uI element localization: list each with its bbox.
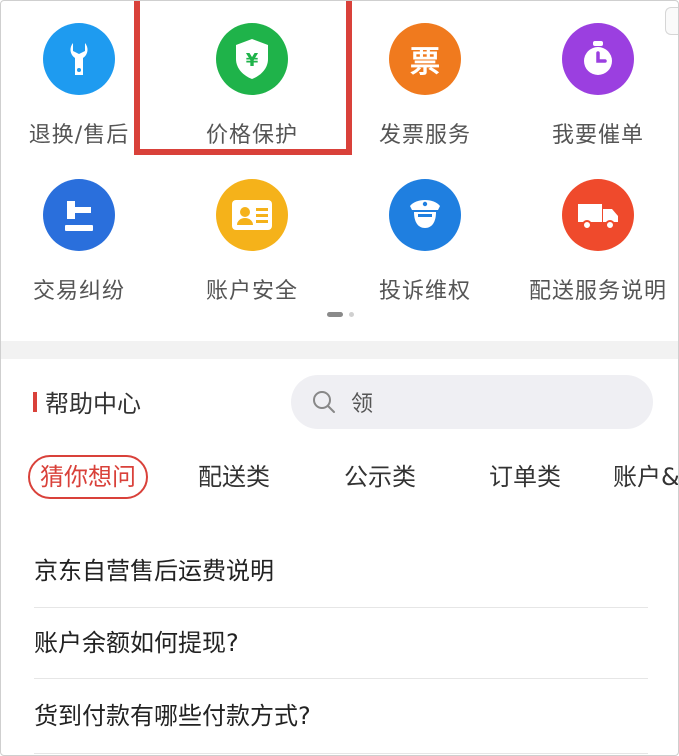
search-input[interactable]: 领	[291, 375, 653, 429]
search-placeholder: 领	[351, 392, 374, 417]
highlight-box	[134, 1, 352, 155]
service-grid: 退换/售后 ¥ 价格保护 票 发票服务 我要催单 交易纠纷 账户安全 投诉维权 …	[1, 1, 678, 341]
truck-icon	[562, 179, 634, 251]
police-icon	[389, 179, 461, 251]
tab-order[interactable]: 订单类	[489, 453, 561, 501]
service-label: 我要催单	[551, 123, 644, 148]
service-complaint[interactable]: 投诉维权	[340, 179, 510, 305]
gavel-icon	[43, 179, 115, 251]
service-label: 交易纠纷	[32, 279, 125, 304]
help-center-title: 帮助中心	[45, 390, 141, 418]
help-page: 退换/售后 ¥ 价格保护 票 发票服务 我要催单 交易纠纷 账户安全 投诉维权 …	[0, 0, 679, 756]
accent-bar	[33, 391, 37, 412]
invoice-icon: 票	[389, 23, 461, 95]
service-label: 投诉维权	[378, 279, 471, 304]
search-icon	[313, 391, 335, 413]
wrench-icon	[43, 23, 115, 95]
tab-guess[interactable]: 猜你想问	[28, 455, 148, 499]
page-dot-active	[327, 312, 343, 317]
service-label: 账户安全	[205, 279, 298, 304]
service-urge-order[interactable]: 我要催单	[513, 23, 678, 149]
page-indicator	[1, 312, 678, 317]
service-label: 发票服务	[378, 123, 471, 148]
section-divider	[1, 341, 678, 359]
faq-item[interactable]: 账户余额如何提现?	[34, 608, 648, 679]
faq-item[interactable]: 京东自营售后运费说明	[34, 535, 648, 608]
tab-account[interactable]: 账户&	[613, 453, 678, 501]
service-invoice[interactable]: 票 发票服务	[340, 23, 510, 149]
help-center-header: 帮助中心	[33, 384, 141, 419]
service-account-security[interactable]: 账户安全	[167, 179, 337, 305]
page-dot	[349, 312, 354, 317]
faq-item[interactable]: 货到付款有哪些付款方式?	[34, 679, 648, 754]
category-tabs: 猜你想问 配送类 公示类 订单类 账户&	[1, 453, 678, 503]
service-trade-dispute[interactable]: 交易纠纷	[1, 179, 164, 305]
id-card-icon	[216, 179, 288, 251]
service-delivery-info[interactable]: 配送服务说明	[513, 179, 678, 305]
service-label: 配送服务说明	[528, 279, 667, 304]
tab-delivery[interactable]: 配送类	[198, 453, 270, 501]
timer-icon	[562, 23, 634, 95]
invoice-glyph: 票	[410, 45, 440, 80]
tab-announcement[interactable]: 公示类	[344, 453, 416, 501]
